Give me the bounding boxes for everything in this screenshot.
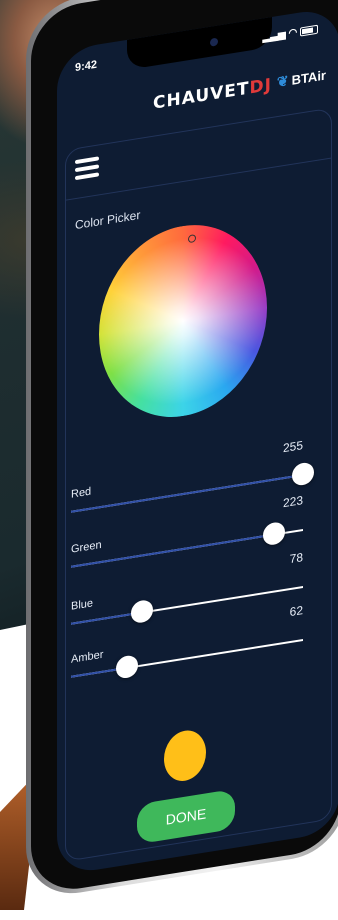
phone-device: 9:42 ▂▃▅ ◠ CHAUVETDJ ❦ BTAir Color Picker…	[26, 0, 338, 902]
brand-logo: CHAUVETDJ	[153, 75, 272, 114]
phone-screen: 9:42 ▂▃▅ ◠ CHAUVETDJ ❦ BTAir Color Picker…	[57, 6, 338, 877]
app-name: BTAir	[291, 67, 326, 88]
battery-icon	[300, 24, 318, 37]
status-time: 9:42	[75, 58, 98, 75]
wifi-icon: ◠	[288, 26, 298, 40]
brand-main: CHAUVET	[153, 78, 250, 114]
slider-value: 62	[289, 603, 303, 620]
slider-value: 78	[289, 550, 303, 567]
app-logo: ❦ BTAir	[277, 66, 326, 91]
leaf-icon: ❦	[276, 72, 289, 91]
brand-accent: DJ	[249, 74, 272, 99]
color-wheel-handle[interactable]	[188, 233, 196, 244]
signal-icon: ▂▃▅	[262, 28, 286, 44]
hamburger-menu-icon[interactable]	[75, 156, 99, 184]
